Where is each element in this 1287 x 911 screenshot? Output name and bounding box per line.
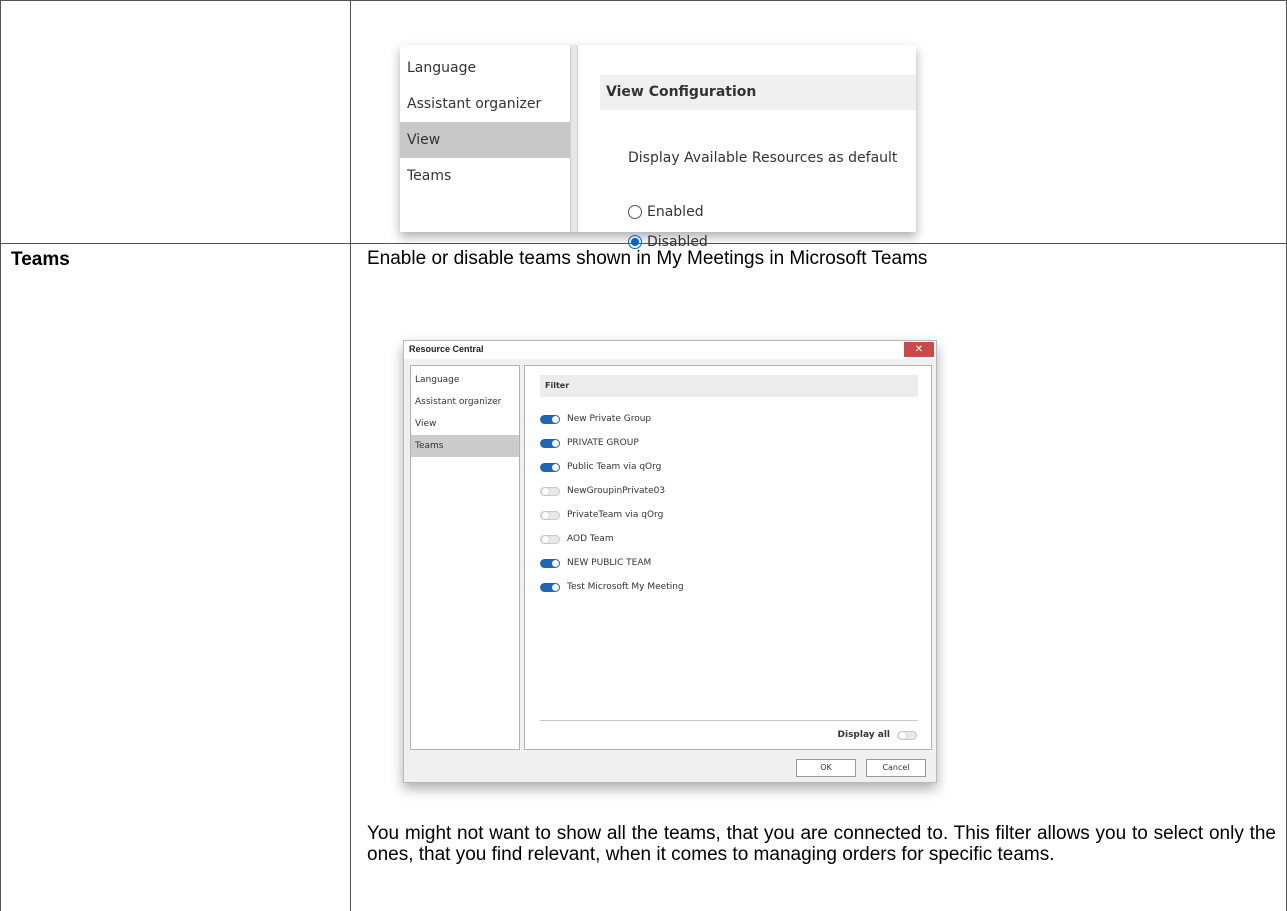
team-name: PRIVATE GROUP — [567, 438, 639, 448]
table-border-left — [0, 0, 1, 911]
table-column-divider — [350, 0, 351, 911]
team-toggle[interactable] — [540, 534, 560, 544]
team-toggle[interactable] — [540, 510, 560, 520]
team-toggle[interactable] — [540, 486, 560, 496]
row-label-teams: Teams — [11, 249, 70, 270]
team-name: PrivateTeam via qOrg — [567, 510, 664, 520]
nav-item-language[interactable]: Language — [400, 50, 570, 86]
team-name: New Private Group — [567, 414, 652, 424]
teams-explanation: You might not want to show all the teams… — [367, 823, 1276, 865]
team-row[interactable]: Test Microsoft My Meeting — [540, 582, 684, 592]
team-toggle[interactable] — [540, 582, 560, 592]
dialog-title: Resource Central — [409, 344, 484, 354]
team-name: AOD Team — [567, 534, 614, 544]
team-name: Test Microsoft My Meeting — [567, 582, 684, 592]
team-row[interactable]: New Private Group — [540, 414, 651, 424]
team-name: Public Team via qOrg — [567, 462, 662, 472]
team-row[interactable]: Public Team via qOrg — [540, 462, 661, 472]
display-all-control[interactable]: Display all — [838, 730, 917, 740]
nav-item-teams[interactable]: Teams — [400, 158, 570, 194]
table-border-top — [0, 0, 1287, 1]
team-row[interactable]: PRIVATE GROUP — [540, 438, 639, 448]
teams-description: Enable or disable teams shown in My Meet… — [367, 248, 928, 269]
display-all-label: Display all — [837, 730, 890, 740]
dialog-nav-item-teams[interactable]: Teams — [411, 435, 519, 457]
view-config-screenshot: Language Assistant organizer View Teams … — [400, 45, 916, 250]
radio-unchecked-icon[interactable] — [628, 205, 642, 219]
dialog-nav: Language Assistant organizer View Teams — [410, 365, 520, 750]
cancel-button[interactable]: Cancel — [866, 759, 926, 777]
filter-divider — [540, 720, 918, 721]
dialog-nav-item-assistant-organizer[interactable]: Assistant organizer — [411, 391, 519, 413]
radio-checked-icon[interactable] — [628, 235, 642, 249]
dialog-nav-item-language[interactable]: Language — [411, 369, 519, 391]
team-row[interactable]: NewGroupinPrivate03 — [540, 486, 665, 496]
close-button[interactable]: ✕ — [904, 342, 934, 357]
team-toggle[interactable] — [540, 438, 560, 448]
radio-option-enabled[interactable]: Enabled — [628, 204, 704, 220]
display-resources-question: Display Available Resources as default — [628, 150, 898, 166]
team-toggle[interactable] — [540, 414, 560, 424]
resource-central-dialog: Resource Central ✕ Language Assistant or… — [403, 340, 937, 783]
view-configuration-header: View Configuration — [600, 75, 916, 110]
team-toggle[interactable] — [540, 558, 560, 568]
nav-item-view[interactable]: View — [400, 122, 570, 158]
team-row[interactable]: AOD Team — [540, 534, 614, 544]
radio-option-label: Enabled — [647, 204, 704, 220]
dialog-nav-item-view[interactable]: View — [411, 413, 519, 435]
team-row[interactable]: PrivateTeam via qOrg — [540, 510, 663, 520]
settings-nav: Language Assistant organizer View Teams — [400, 45, 570, 232]
ok-button[interactable]: OK — [796, 759, 856, 777]
team-name: NewGroupinPrivate03 — [567, 486, 666, 496]
team-toggle[interactable] — [540, 462, 560, 472]
display-all-toggle[interactable] — [897, 730, 917, 740]
team-name: NEW PUBLIC TEAM — [567, 558, 652, 568]
nav-item-assistant-organizer[interactable]: Assistant organizer — [400, 86, 570, 122]
team-row[interactable]: NEW PUBLIC TEAM — [540, 558, 651, 568]
pane-splitter[interactable] — [570, 45, 578, 232]
filter-panel: Filter New Private Group PRIVATE GROUP P… — [524, 365, 932, 750]
filter-header: Filter — [540, 375, 918, 397]
dialog-titlebar: Resource Central ✕ — [404, 341, 936, 359]
